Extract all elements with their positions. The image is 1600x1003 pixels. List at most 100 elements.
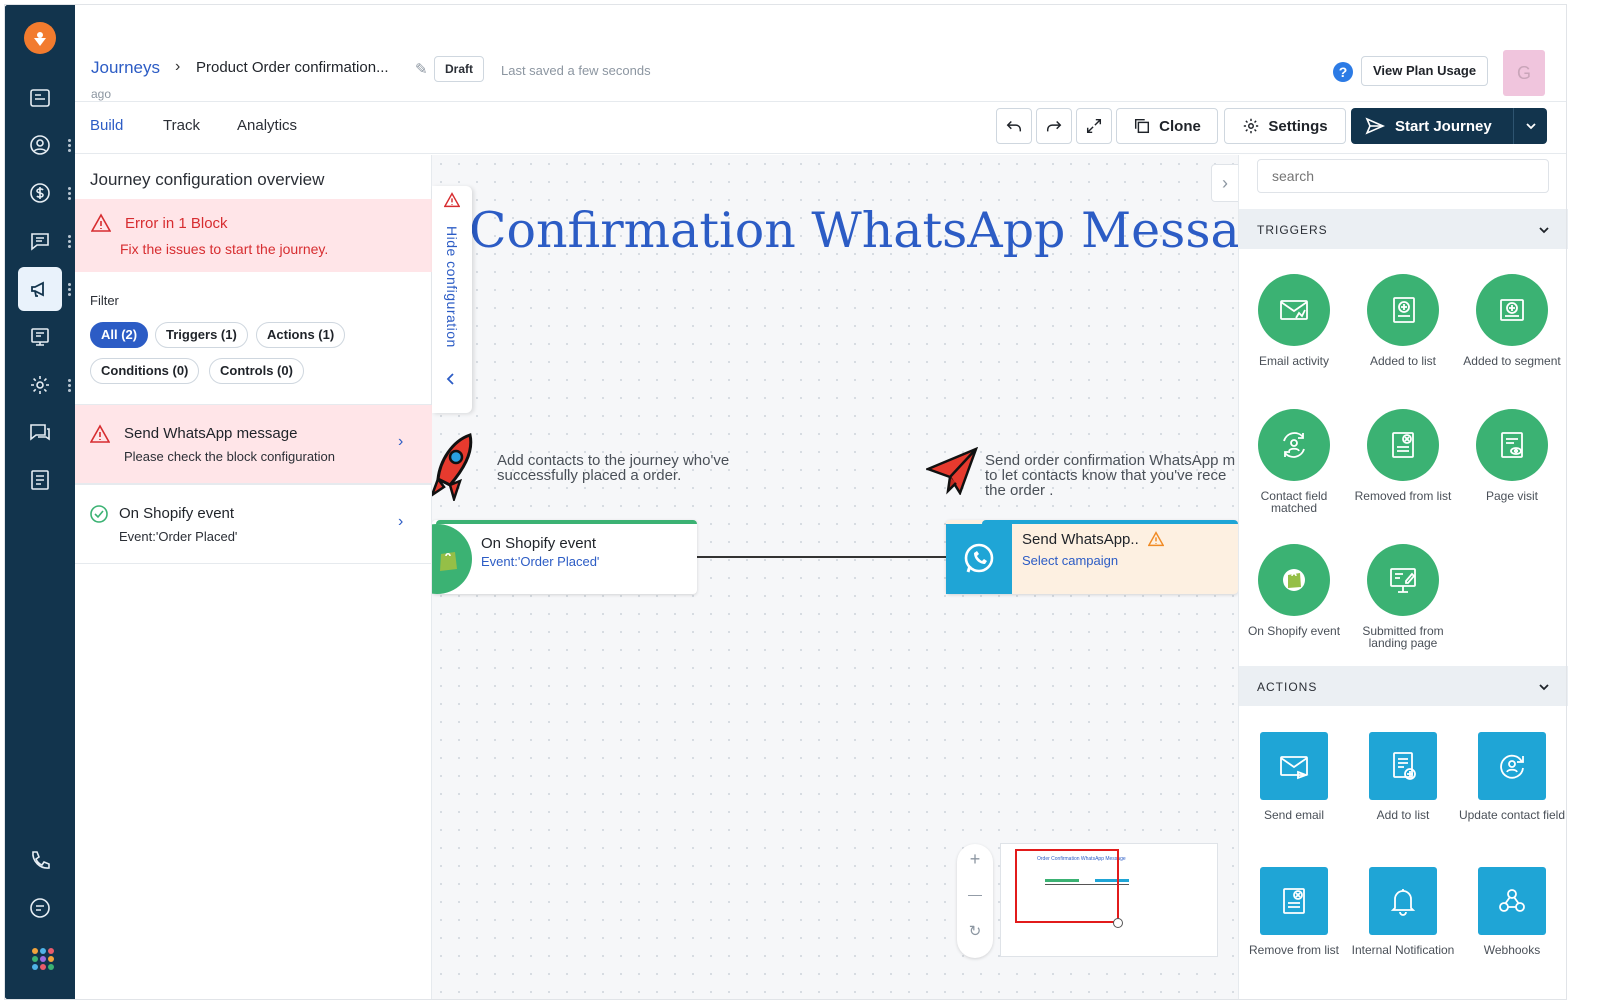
warning-icon: [90, 424, 110, 443]
node-on-shopify-event[interactable]: On Shopify event Event:'Order Placed': [432, 520, 697, 594]
trigger-on-shopify-event[interactable]: On Shopify event: [1239, 544, 1349, 637]
trigger-added-to-segment[interactable]: Added to segment: [1457, 274, 1567, 367]
tab-analytics[interactable]: Analytics: [237, 117, 297, 134]
update-contact-icon: [1500, 754, 1524, 779]
nav-dashboard[interactable]: [18, 76, 62, 120]
trigger-added-to-list[interactable]: Added to list: [1348, 274, 1458, 367]
actions-section-header[interactable]: ACTIONS: [1239, 666, 1568, 706]
filter-chip-all[interactable]: All (2): [90, 322, 149, 348]
tile-label: Contact field matched: [1260, 489, 1328, 515]
node-send-whatsapp[interactable]: Send WhatsApp.. Select campaign: [946, 520, 1238, 594]
nav-contacts[interactable]: [18, 123, 62, 167]
nav-conversations[interactable]: [18, 219, 62, 263]
settings-label: Settings: [1268, 117, 1328, 135]
help-icon[interactable]: ?: [1333, 62, 1353, 82]
contact-icon: [30, 135, 50, 155]
palette-search-input[interactable]: [1257, 159, 1549, 193]
block-palette: TRIGGERS Email activity Added to list Ad…: [1238, 155, 1568, 1000]
nav-settings[interactable]: [18, 363, 62, 407]
zoom-out-button[interactable]: —: [957, 886, 993, 902]
trigger-email-activity[interactable]: Email activity: [1239, 274, 1349, 367]
config-item-send-whatsapp[interactable]: Send WhatsApp message Please check the b…: [75, 404, 432, 484]
breadcrumb-separator: ›: [175, 58, 181, 75]
bell-icon: [1390, 889, 1416, 916]
minimap-resize-handle[interactable]: [1113, 918, 1123, 928]
action-update-contact-field[interactable]: Update contact field: [1457, 732, 1567, 821]
filter-chip-conditions[interactable]: Conditions (0): [90, 358, 200, 384]
email-activity-icon: [1280, 300, 1308, 320]
hide-configuration-tab[interactable]: Hide configuration: [432, 186, 472, 413]
trigger-submitted-landing-page[interactable]: Submitted from landing page: [1348, 544, 1458, 649]
collapse-palette-button[interactable]: ›: [1211, 164, 1238, 202]
start-journey-label: Start Journey: [1395, 117, 1492, 135]
error-subtitle: Fix the issues to start the journey.: [120, 241, 329, 257]
undo-button[interactable]: [996, 108, 1032, 144]
nav-campaigns[interactable]: [18, 267, 62, 311]
filter-chip-controls[interactable]: Controls (0): [209, 358, 304, 384]
node-subtitle: Event:'Order Placed': [481, 554, 600, 569]
clone-icon: [1135, 118, 1150, 134]
added-to-list-icon: [1393, 297, 1415, 323]
nav-deals[interactable]: [18, 171, 62, 215]
tile-label: Update contact field: [1458, 808, 1566, 822]
avatar[interactable]: G: [1503, 50, 1545, 96]
zoom-in-button[interactable]: +: [957, 849, 993, 870]
action-send-email[interactable]: Send email: [1239, 732, 1349, 821]
start-journey-dropdown[interactable]: [1513, 108, 1547, 144]
nav-reports[interactable]: [18, 458, 62, 502]
action-note-line1: Send order confirmation WhatsApp m: [985, 452, 1236, 469]
minimap-viewport[interactable]: [1015, 849, 1119, 923]
canvas-minimap[interactable]: Order Confirmation WhatsApp Message: [1000, 843, 1218, 957]
warning-icon: [1148, 531, 1164, 547]
view-plan-usage-button[interactable]: View Plan Usage: [1361, 56, 1489, 86]
trigger-page-visit[interactable]: Page visit: [1457, 409, 1567, 502]
action-add-to-list[interactable]: Add to list: [1348, 732, 1458, 821]
filter-chip-triggers[interactable]: Triggers (1): [155, 322, 248, 348]
clone-button[interactable]: Clone: [1116, 108, 1218, 144]
gear-icon: [1244, 118, 1259, 134]
apps-grid-icon[interactable]: [32, 948, 54, 970]
trigger-removed-from-list[interactable]: Removed from list: [1348, 409, 1458, 502]
config-item-subtitle: Event:'Order Placed': [119, 529, 238, 544]
hide-configuration-label: Hide configuration: [444, 226, 460, 348]
action-note-line3: the order .: [985, 482, 1054, 499]
nav-chat[interactable]: [18, 886, 62, 930]
action-remove-from-list[interactable]: Remove from list: [1239, 867, 1349, 956]
action-internal-notification[interactable]: Internal Notification: [1348, 867, 1458, 956]
webhooks-icon: [1499, 889, 1525, 912]
app-logo[interactable]: [24, 22, 56, 54]
chevron-right-icon: ›: [398, 513, 404, 530]
send-email-icon: [1280, 756, 1309, 780]
trigger-contact-field-matched[interactable]: Contact field matched: [1239, 409, 1349, 514]
filter-chip-actions[interactable]: Actions (1): [256, 322, 346, 348]
tile-label: Remove from list: [1248, 943, 1340, 957]
tab-build[interactable]: Build: [90, 117, 123, 134]
fullscreen-button[interactable]: [1076, 108, 1112, 144]
redo-button[interactable]: [1036, 108, 1072, 144]
add-to-list-icon: [1393, 752, 1416, 780]
action-webhooks[interactable]: Webhooks: [1457, 867, 1567, 956]
journey-canvas[interactable]: Confirmation WhatsApp Messag Add contact…: [432, 155, 1238, 1000]
messages-icon: [30, 424, 50, 441]
nav-messages[interactable]: [18, 410, 62, 454]
tab-track[interactable]: Track: [163, 117, 200, 134]
chat-icon: [31, 233, 49, 251]
config-item-title: On Shopify event: [119, 505, 235, 522]
journey-title[interactable]: Product Order confirmation...: [196, 59, 389, 76]
tile-label: Add to list: [1376, 808, 1430, 822]
nav-forms[interactable]: [18, 315, 62, 359]
whatsapp-node-icon-wrap: [946, 524, 1012, 594]
config-item-shopify[interactable]: On Shopify event Event:'Order Placed' ›: [75, 484, 432, 564]
zoom-reset-button[interactable]: ↻: [957, 922, 993, 940]
start-journey-button[interactable]: Start Journey: [1351, 108, 1547, 144]
tile-label: Submitted from landing page: [1362, 624, 1444, 650]
warning-icon: [444, 192, 460, 208]
breadcrumb-journeys[interactable]: Journeys: [91, 58, 160, 78]
page-visit-icon: [1501, 432, 1523, 458]
node-subtitle[interactable]: Select campaign: [1022, 553, 1118, 568]
nav-phone[interactable]: [18, 839, 62, 883]
tile-label: On Shopify event: [1247, 624, 1341, 638]
settings-button[interactable]: Settings: [1224, 108, 1346, 144]
triggers-section-header[interactable]: TRIGGERS: [1239, 209, 1568, 249]
edit-pencil-icon[interactable]: ✎: [415, 60, 428, 78]
